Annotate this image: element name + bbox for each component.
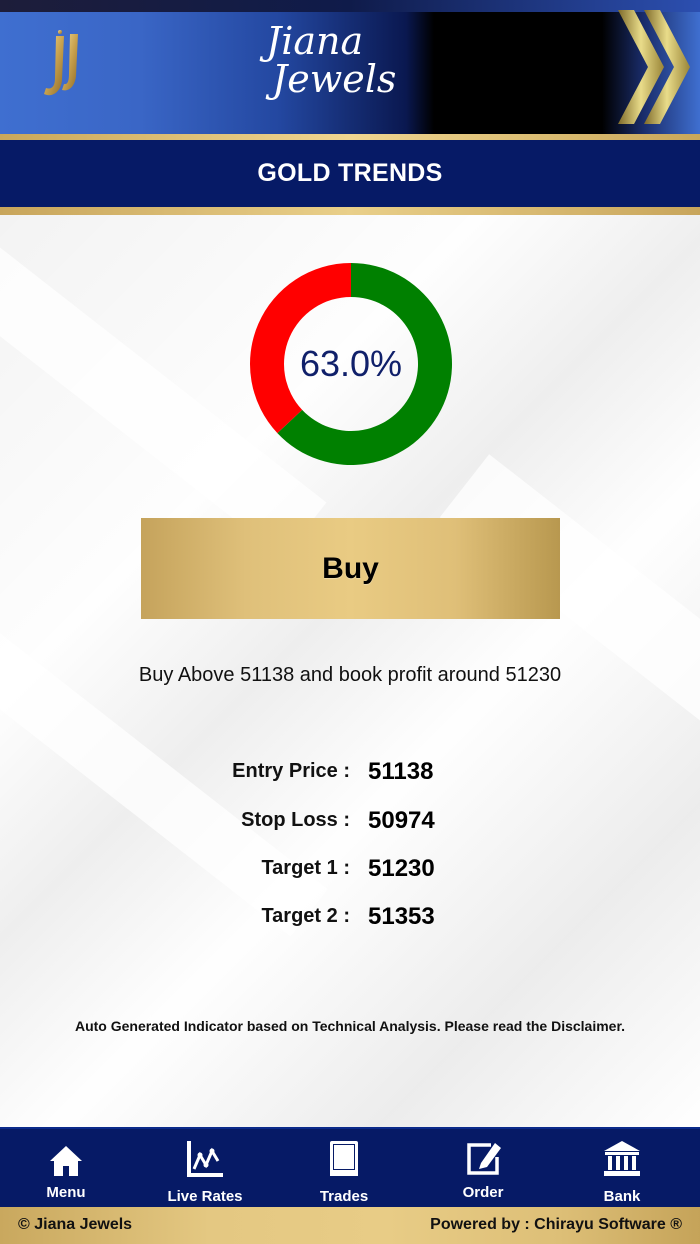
- nav-item-order[interactable]: Order: [423, 1129, 543, 1209]
- edit-icon: [467, 1143, 501, 1175]
- double-chevron-right-icon: [618, 10, 690, 124]
- brand-line-1: Jiana: [266, 19, 364, 63]
- level-label: Stop Loss :: [241, 809, 350, 831]
- bottom-navigation: Menu Live Rates Trades Order Bank: [0, 1127, 700, 1207]
- powered-by-text[interactable]: Powered by : Chirayu Software ®: [430, 1216, 682, 1234]
- level-label: Target 1 :: [261, 857, 350, 879]
- page-title: GOLD TRENDS: [0, 140, 700, 207]
- level-label: Target 2 :: [261, 905, 350, 927]
- trade-advice: Buy Above 51138 and book profit around 5…: [138, 664, 562, 686]
- brand-logo-icon: [44, 30, 78, 96]
- nav-item-menu[interactable]: Menu: [6, 1129, 126, 1209]
- nav-label: Menu: [46, 1184, 86, 1201]
- nav-label: Order: [462, 1184, 504, 1201]
- level-row-entry: Entry Price : 51138: [0, 758, 700, 790]
- bank-icon: [604, 1141, 640, 1176]
- level-value: 51353: [368, 903, 435, 930]
- level-row-target-1: Target 1 : 51230: [0, 855, 700, 887]
- nav-label: Trades: [319, 1188, 369, 1205]
- disclaimer-text[interactable]: Auto Generated Indicator based on Techni…: [0, 1018, 700, 1034]
- chart-icon: [187, 1141, 223, 1177]
- level-value: 51138: [368, 758, 434, 785]
- home-icon: [50, 1146, 82, 1176]
- nav-item-bank[interactable]: Bank: [562, 1129, 682, 1209]
- copyright-text: © Jiana Jewels: [18, 1216, 133, 1233]
- app-header: Jiana Jewels: [0, 0, 700, 134]
- header-top-strip: [0, 0, 700, 12]
- nav-item-live-rates[interactable]: Live Rates: [145, 1129, 265, 1209]
- nav-item-trades[interactable]: Trades: [284, 1129, 404, 1209]
- title-gold-divider: [0, 207, 700, 215]
- trend-donut-chart: 63.0%: [249, 262, 453, 466]
- level-row-target-2: Target 2 : 51353: [0, 903, 700, 935]
- trend-percent: 63.0%: [299, 343, 403, 384]
- level-value: 51230: [368, 855, 435, 882]
- brand-line-2: Jewels: [272, 57, 397, 101]
- brand-name: Jiana Jewels: [250, 22, 400, 98]
- trend-content: 63.0% Buy Buy Above 51138 and book profi…: [0, 215, 700, 1127]
- nav-label: Live Rates: [167, 1188, 243, 1205]
- nav-label: Bank: [603, 1188, 641, 1205]
- book-icon: [330, 1141, 358, 1176]
- signal-buy-button[interactable]: Buy: [141, 518, 560, 619]
- level-label: Entry Price :: [232, 760, 350, 782]
- level-row-stop-loss: Stop Loss : 50974: [0, 807, 700, 839]
- footer-bar: © Jiana Jewels Powered by : Chirayu Soft…: [0, 1207, 700, 1244]
- level-value: 50974: [368, 807, 435, 834]
